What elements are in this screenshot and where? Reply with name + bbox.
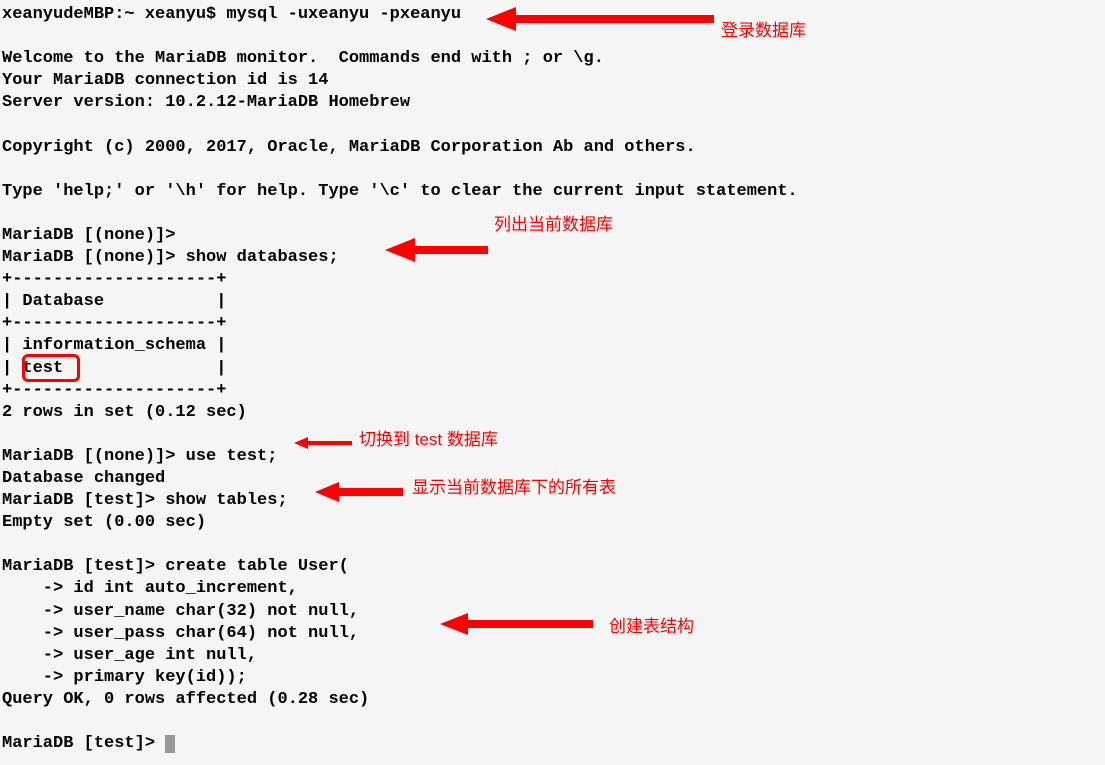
term-line: Your MariaDB connection id is 14 (2, 71, 328, 90)
term-line: +--------------------+ (2, 314, 226, 333)
term-line: Server version: 10.2.12-MariaDB Homebrew (2, 93, 410, 112)
arrow-icon (385, 235, 490, 265)
annotation-list-db: 列出当前数据库 (494, 210, 613, 235)
term-line: Query OK, 0 rows affected (0.28 sec) (2, 690, 369, 709)
term-line: -> user_name char(32) not null, (2, 602, 359, 621)
term-line: -> user_pass char(64) not null, (2, 624, 359, 643)
term-line: +--------------------+ (2, 270, 226, 289)
arrow-icon (486, 4, 716, 34)
annotation-show-tables: 显示当前数据库下的所有表 (412, 473, 616, 498)
highlight-circle-icon (22, 354, 80, 382)
term-line: Database changed (2, 469, 165, 488)
term-line: Welcome to the MariaDB monitor. Commands… (2, 49, 604, 68)
term-line: -> user_age int null, (2, 646, 257, 665)
term-line: MariaDB [(none)]> show databases; (2, 248, 339, 267)
term-line: Copyright (c) 2000, 2017, Oracle, MariaD… (2, 138, 696, 157)
arrow-icon (294, 435, 354, 451)
term-line: MariaDB [test]> (2, 734, 165, 753)
term-line: -> id int auto_increment, (2, 579, 298, 598)
term-line: MariaDB [test]> show tables; (2, 491, 288, 510)
term-line: MariaDB [(none)]> use test; (2, 447, 277, 466)
term-line: MariaDB [test]> create table User( (2, 557, 349, 576)
term-line: +--------------------+ (2, 381, 226, 400)
terminal-output[interactable]: xeanyudeMBP:~ xeanyu$ mysql -uxeanyu -px… (0, 0, 1105, 758)
term-line: Type 'help;' or '\h' for help. Type '\c'… (2, 182, 798, 201)
annotation-login-db: 登录数据库 (721, 16, 806, 41)
term-line: Empty set (0.00 sec) (2, 513, 206, 532)
annotation-use-db: 切换到 test 数据库 (359, 425, 498, 450)
term-line: -> primary key(id)); (2, 668, 247, 687)
cursor-icon (165, 735, 175, 753)
arrow-icon (315, 480, 405, 504)
term-line: xeanyudeMBP:~ xeanyu$ mysql -uxeanyu -px… (2, 5, 461, 24)
term-line: | information_schema | (2, 336, 226, 355)
term-line: 2 rows in set (0.12 sec) (2, 403, 247, 422)
annotation-create-table: 创建表结构 (609, 612, 694, 637)
term-line: | Database | (2, 292, 226, 311)
term-line: MariaDB [(none)]> (2, 226, 175, 245)
arrow-icon (440, 610, 595, 638)
